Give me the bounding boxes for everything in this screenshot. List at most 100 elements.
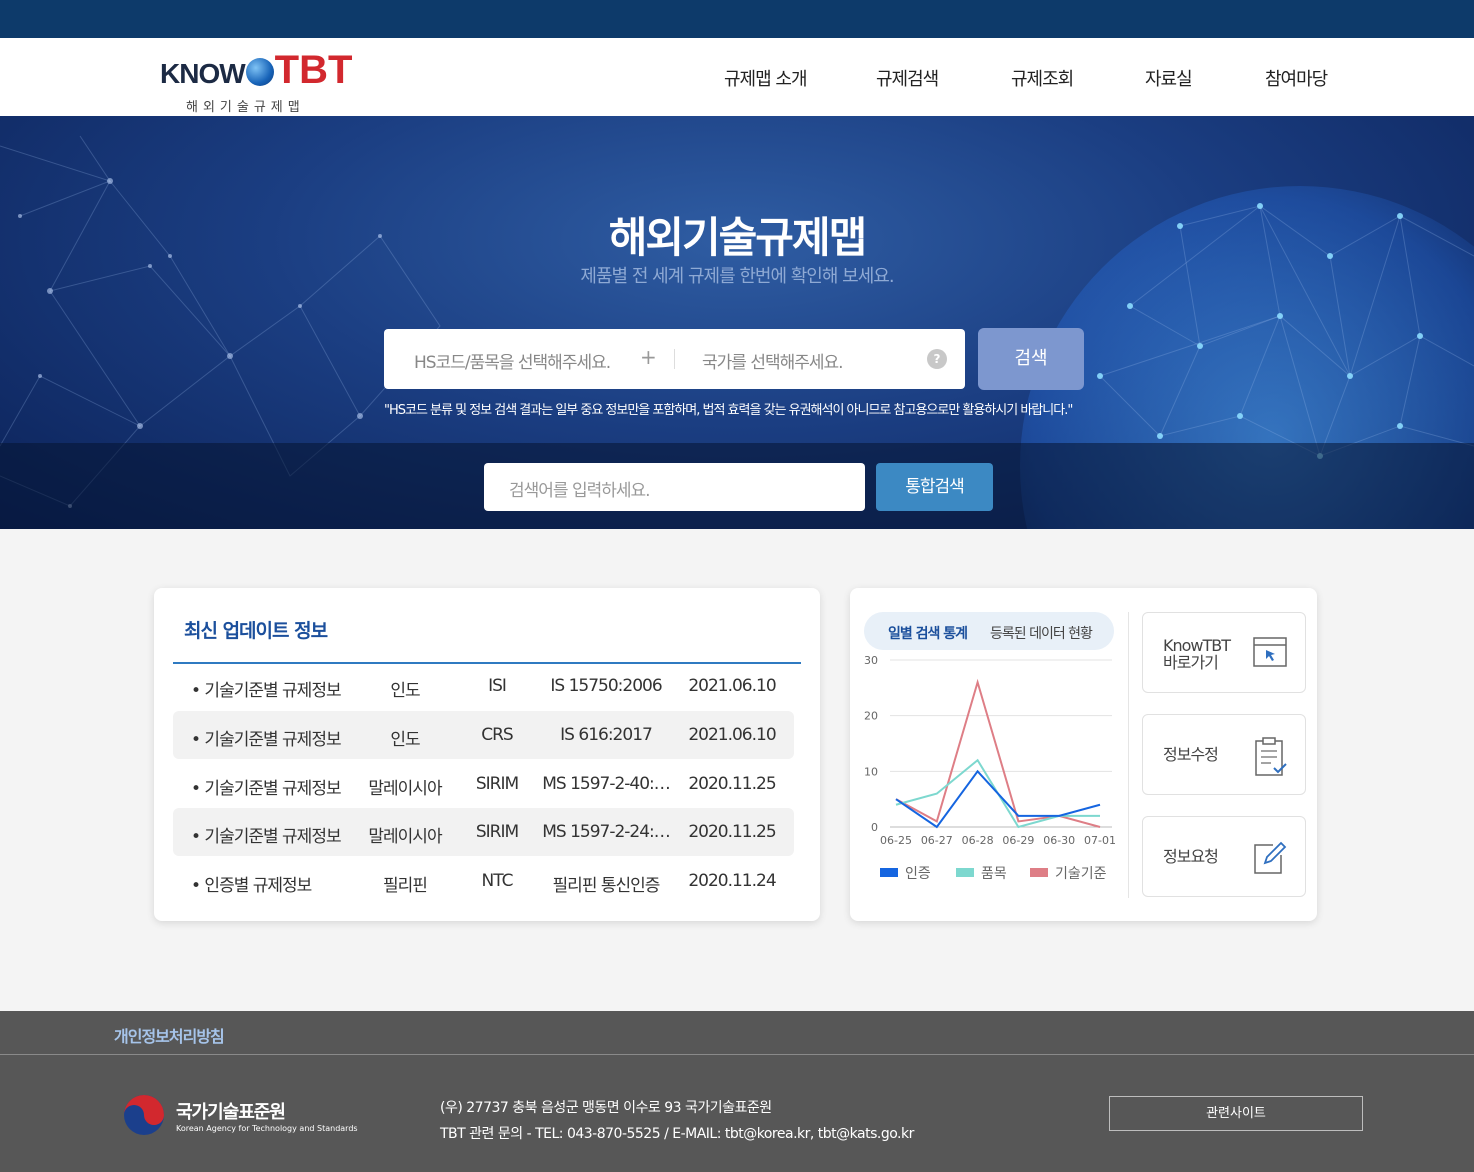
y-tick-label: 10 [864,765,878,778]
update-date: 2021.06.10 [688,725,776,745]
legend-label: 인증 [905,866,931,882]
logo-tagline: 해외기술규제맵 [186,100,305,115]
country-select[interactable]: 국가를 선택해주세요. [702,348,844,373]
plus-icon: + [640,345,657,369]
update-row[interactable]: • 기술기준별 규제정보 말레이시아 SIRIM MS 1597-2-24:… … [173,808,794,856]
logo-brand-right: TBT [274,48,353,92]
integrated-search-input[interactable]: 검색어를 입력하세요. [484,463,865,511]
hs-country-search-box: HS코드/품목을 선택해주세요. + 국가를 선택해주세요. ? [384,329,965,389]
knowtbt-shortcut-button[interactable]: KnowTBT 바로가기 [1142,612,1306,693]
divider [1128,612,1129,898]
tab-daily-search-stats[interactable]: 일별 검색 통계 [888,623,968,643]
logo-brand-left: KNOW [160,58,246,89]
privacy-policy-link[interactable]: 개인정보처리방침 [114,1023,225,1047]
update-code: MS 1597-2-40:… [542,774,671,794]
window-cursor-icon [1253,637,1287,667]
update-code: 필리핀 통신인증 [552,876,661,896]
quick-label: KnowTBT [1163,636,1231,655]
clipboard-check-icon [1255,737,1287,776]
latest-updates-panel: 최신 업데이트 정보 • 기술기준별 규제정보 인도 ISI IS 15750:… [154,588,820,921]
update-date: 2020.11.24 [688,871,776,891]
update-org: ISI [488,676,507,696]
update-code: MS 1597-2-24:… [542,822,671,842]
footer-contact: TBT 관련 문의 - TEL: 043-870-5525 / E-MAIL: … [440,1126,914,1142]
top-bar [0,0,1474,38]
daily-search-chart: 0 10 20 30 06-25 06-27 06-28 06-29 06-30 07-01 인증 품… [864,654,1116,882]
update-date: 2020.11.25 [688,822,776,842]
update-country: 말레이시아 [368,779,442,799]
nav-intro[interactable]: 규제맵 소개 [724,65,808,91]
org-name-en: Korean Agency for Technology and Standar… [176,1124,358,1133]
integrated-search-button[interactable]: 통합검색 [876,463,993,511]
update-row[interactable]: • 인증별 규제정보 필리핀 NTC 필리핀 통신인증 2020.11.24 [173,857,794,905]
hero-subtitle: 제품별 전 세계 규제를 한번에 확인해 보세요. [580,266,894,287]
edit-icon [1254,841,1287,874]
divider [674,349,675,369]
related-sites-select[interactable]: 관련사이트 [1109,1096,1363,1131]
update-code: IS 15750:2006 [550,676,662,696]
x-tick-label: 06-29 [1002,834,1034,847]
taegeuk-emblem-icon [124,1095,164,1135]
legend-swatch [956,868,974,877]
site-logo[interactable]: KNOW TBT 해외기술규제맵 [160,48,360,115]
update-category: • 기술기준별 규제정보 [191,681,342,701]
legend-swatch [1030,868,1048,877]
update-category: • 기술기준별 규제정보 [191,779,342,799]
help-icon[interactable]: ? [927,349,947,369]
legend-swatch [880,868,898,877]
update-row[interactable]: • 기술기준별 규제정보 인도 ISI IS 15750:2006 2021.0… [173,662,794,710]
hero-banner: 해외기술규제맵 제품별 전 세계 규제를 한번에 확인해 보세요. HS코드/품… [0,116,1474,529]
nav-archive[interactable]: 자료실 [1145,65,1193,91]
update-category: • 기술기준별 규제정보 [191,827,342,847]
x-tick-label: 06-30 [1043,834,1075,847]
x-tick-label: 06-28 [962,834,994,847]
series-line [895,678,1101,828]
update-code: IS 616:2017 [560,725,653,745]
quick-label: 바로가기 [1163,653,1219,672]
quick-label: 정보수정 [1163,745,1219,764]
update-category: • 기술기준별 규제정보 [191,730,342,750]
updates-title: 최신 업데이트 정보 [184,620,328,642]
globe-icon [245,58,274,86]
footer: 개인정보처리방침 국가기술표준원 Korean Agency for Techn… [0,1011,1474,1172]
update-country: 말레이시아 [368,827,442,847]
statistics-panel: 일별 검색 통계 등록된 데이터 현황 0 10 20 30 06-25 06-27 06-… [850,588,1317,921]
update-country: 필리핀 [383,876,428,896]
nav-participation[interactable]: 참여마당 [1265,65,1328,91]
info-edit-button[interactable]: 정보수정 [1142,714,1306,795]
update-category: • 인증별 규제정보 [191,876,312,896]
y-tick-label: 0 [871,821,878,834]
footer-top: 개인정보처리방침 [0,1011,1474,1055]
legend-label: 품목 [981,866,1007,882]
hs-code-select[interactable]: HS코드/품목을 선택해주세요. [414,348,611,373]
update-country: 인도 [390,681,420,701]
legend-label: 기술기준 [1055,866,1107,882]
update-date: 2020.11.25 [688,774,776,794]
update-org: NTC [481,871,514,891]
info-request-button[interactable]: 정보요청 [1142,816,1306,897]
kats-logo: 국가기술표준원 Korean Agency for Technology and… [122,1093,382,1141]
search-notice: "HS코드 분류 및 정보 검색 결과는 일부 중요 정보만을 포함하며, 법적… [384,403,1073,418]
nav-lookup[interactable]: 규제조회 [1011,65,1074,91]
update-org: CRS [481,725,513,745]
search-button[interactable]: 검색 [978,328,1084,390]
update-org: SIRIM [475,822,519,842]
update-row[interactable]: • 기술기준별 규제정보 인도 CRS IS 616:2017 2021.06.… [173,711,794,759]
x-tick-label: 06-27 [921,834,953,847]
stats-tabs: 일별 검색 통계 등록된 데이터 현황 [864,612,1114,650]
update-date: 2021.06.10 [688,676,776,696]
update-country: 인도 [390,730,420,750]
quick-label: 정보요청 [1163,847,1219,866]
hero-title: 해외기술규제맵 [608,213,867,262]
footer-address: (우) 27737 충북 음성군 맹동면 이수로 93 국가기술표준원 [440,1100,772,1116]
x-tick-label: 07-01 [1084,834,1116,847]
org-name-ko: 국가기술표준원 [176,1102,286,1123]
header: KNOW TBT 해외기술규제맵 규제맵 소개 규제검색 규제조회 자료실 참여마… [0,38,1474,116]
integrated-search-placeholder: 검색어를 입력하세요. [509,481,651,501]
x-tick-label: 06-25 [880,834,912,847]
update-row[interactable]: • 기술기준별 규제정보 말레이시아 SIRIM MS 1597-2-40:… … [173,760,794,808]
y-tick-label: 30 [864,654,878,667]
tab-registered-data[interactable]: 등록된 데이터 현황 [990,623,1093,643]
y-tick-label: 20 [864,710,878,723]
nav-search[interactable]: 규제검색 [876,65,939,91]
